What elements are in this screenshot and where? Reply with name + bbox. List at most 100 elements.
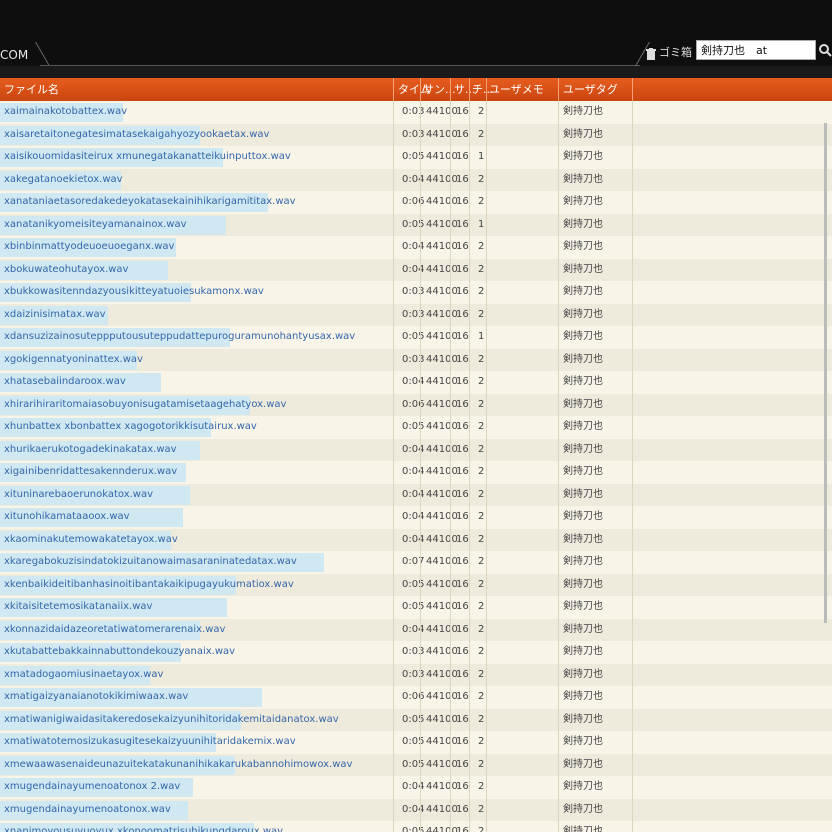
table-row[interactable]: xmatiwanigiwaidasitakeredosekaizyunihito…	[0, 708, 832, 731]
table-row[interactable]: xnanimoyousuyuoyux xkonoomatrisuhikungda…	[0, 821, 832, 832]
tab-com[interactable]: COM	[0, 42, 50, 66]
file-name-cell: xaisikouomidasiteirux xmunegatakanatteik…	[4, 151, 291, 162]
cell-separator	[558, 573, 559, 596]
sample-rate-cell: 44100	[426, 398, 458, 410]
table-row[interactable]: xhunbattex xbonbattex xagogotorikkisutai…	[0, 416, 832, 439]
table-row[interactable]: xmatiwatotemosizukasugitesekaizyuunihita…	[0, 731, 832, 754]
table-row[interactable]: xmugendainayumenoatonox 2.wav 0:04 44100 16…	[0, 776, 832, 799]
search-icon[interactable]	[818, 40, 832, 60]
cell-separator	[486, 258, 487, 281]
trash-label[interactable]: ゴミ箱	[659, 44, 692, 60]
bit-depth-cell: 16	[456, 623, 469, 635]
table-row[interactable]: xbukkowasitenndazyousikitteyatuoiesukamo…	[0, 281, 832, 304]
time-cell: 0:03	[402, 308, 425, 320]
table-row[interactable]: xkaominakutemowakatetayox.wav 0:04 44100 16…	[0, 528, 832, 551]
channels-cell: 1	[478, 151, 485, 162]
cell-separator	[469, 168, 470, 191]
cell-separator	[632, 348, 633, 371]
table-row[interactable]: xkutabattebakkainnabuttondekouzyanaix.wa…	[0, 641, 832, 664]
time-cell: 0:04	[402, 623, 425, 635]
table-row[interactable]: xkitaisitetemosikatanaiix.wav 0:05 44100 16…	[0, 596, 832, 619]
table-row[interactable]: xaimainakotobattex.wav 0:03 44100 16 2 剣持刀也	[0, 101, 832, 124]
time-cell: 0:04	[402, 443, 425, 455]
channels-cell: 2	[478, 511, 485, 522]
channels-cell: 2	[478, 826, 485, 832]
table-row[interactable]: xmatadogaomiusinaetayox.wav 0:03 44100 16 2 剣…	[0, 663, 832, 686]
table-row[interactable]: xkonnazidaidazeoretatiwatomerarenaix.wav…	[0, 618, 832, 641]
cell-separator	[558, 461, 559, 484]
header-sep	[393, 78, 394, 101]
table-row[interactable]: xakegatanoekietox.wav 0:04 44100 16 2 剣持刀也	[0, 168, 832, 191]
cell-separator	[558, 123, 559, 146]
table-row[interactable]: xigainibenridattesakennderux.wav 0:04 4410…	[0, 461, 832, 484]
col-usermemo[interactable]: ユーザメモ	[489, 78, 544, 101]
table-row[interactable]: xmugendainayumenoatonox.wav 0:04 44100 16 2 剣…	[0, 798, 832, 821]
bit-depth-cell: 16	[456, 308, 469, 320]
cell-separator	[486, 483, 487, 506]
table-row[interactable]: xbokuwateohutayox.wav 0:04 44100 16 2 剣持刀也	[0, 258, 832, 281]
table-row[interactable]: xhatasebaiindaroox.wav 0:04 44100 16 2 剣持刀也	[0, 371, 832, 394]
cell-separator	[632, 123, 633, 146]
cell-separator	[420, 303, 421, 326]
cell-separator	[558, 551, 559, 574]
trash-icon[interactable]	[646, 48, 656, 60]
table-row[interactable]: xaisikouomidasiteirux xmunegatakanatteik…	[0, 146, 832, 169]
user-tag-cell: 剣持刀也	[563, 331, 603, 342]
bit-depth-cell: 16	[456, 331, 469, 342]
cell-separator	[393, 731, 394, 754]
user-tag-cell: 剣持刀也	[563, 421, 603, 432]
table-row[interactable]: xmatigaizyanaianotokikimiwaax.wav 0:06 441…	[0, 686, 832, 709]
cell-separator	[450, 753, 451, 776]
file-name-cell: xakegatanoekietox.wav	[4, 173, 123, 185]
table-row[interactable]: xitunohikamataaoox.wav 0:04 44100 16 2 剣持刀也	[0, 506, 832, 529]
table-row[interactable]: xdaizinisimatax.wav 0:03 44100 16 2 剣持刀也	[0, 303, 832, 326]
col-usertag[interactable]: ユーザタグ	[563, 78, 618, 101]
table-row[interactable]: xgokigennatyoninattex.wav 0:03 44100 16 2 剣持刀…	[0, 348, 832, 371]
table-row[interactable]: xanataniaetasoredakedeyokatasekainihikar…	[0, 191, 832, 214]
table-row[interactable]: xanatanikyomeisiteyamanainox.wav 0:05 4410…	[0, 213, 832, 236]
table-row[interactable]: xkenbaikideitibanhasinoitibantakaikipuga…	[0, 573, 832, 596]
table-row[interactable]: xhurikaerukotogadekinakatax.wav 0:04 44100…	[0, 438, 832, 461]
search-input[interactable]: 剣持刀也 at	[696, 40, 816, 60]
file-name-cell: xkonnazidaidazeoretatiwatomerarenaix.wav	[4, 623, 226, 635]
time-cell: 0:06	[402, 196, 425, 207]
file-name-cell: xmewaawasenaideunazuitekatakunanihikakar…	[4, 758, 353, 770]
cell-separator	[469, 753, 470, 776]
cell-separator	[469, 776, 470, 799]
table-row[interactable]: xdansuzizainosuteppputousuteppudattepuro…	[0, 326, 832, 349]
cell-separator	[632, 191, 633, 214]
table-row[interactable]: xbinbinmattyodeuoeuoeganx.wav 0:04 44100 16…	[0, 236, 832, 259]
channels-cell: 2	[478, 106, 485, 117]
table-row[interactable]: xhirarihiraritomaiasobuyonisugatamisetaa…	[0, 393, 832, 416]
cell-separator	[420, 798, 421, 821]
table-row[interactable]: xmewaawasenaideunazuitekatakunanihikakar…	[0, 753, 832, 776]
cell-separator	[486, 753, 487, 776]
cell-separator	[632, 551, 633, 574]
time-cell: 0:07	[402, 556, 425, 567]
cell-separator	[558, 393, 559, 416]
file-name-cell: xmugendainayumenoatonox.wav	[4, 803, 171, 815]
cell-separator	[632, 101, 633, 124]
time-cell: 0:03	[402, 668, 425, 680]
channels-cell: 2	[478, 308, 485, 320]
file-name-cell: xbokuwateohutayox.wav	[4, 263, 129, 275]
col-filename[interactable]: ファイル名	[4, 78, 59, 101]
time-cell: 0:04	[402, 173, 425, 185]
scrollbar[interactable]	[824, 123, 827, 623]
cell-separator	[393, 573, 394, 596]
cell-separator	[632, 213, 633, 236]
cell-separator	[558, 101, 559, 124]
cell-separator	[558, 258, 559, 281]
cell-separator	[450, 776, 451, 799]
table-row[interactable]: xituninarebaoerunokatox.wav 0:04 44100 16 2 剣…	[0, 483, 832, 506]
cell-separator	[469, 101, 470, 124]
bit-depth-cell: 16	[456, 758, 469, 770]
time-cell: 0:04	[402, 488, 425, 500]
cell-separator	[486, 213, 487, 236]
table-row[interactable]: xkaregabokuzisindatokizuitanowaimasarani…	[0, 551, 832, 574]
cell-separator	[450, 236, 451, 259]
cell-separator	[450, 798, 451, 821]
sample-rate-cell: 44100	[426, 533, 458, 545]
cell-separator	[450, 708, 451, 731]
table-row[interactable]: xaisaretaitonegatesimatasekaigahyozyooka…	[0, 123, 832, 146]
